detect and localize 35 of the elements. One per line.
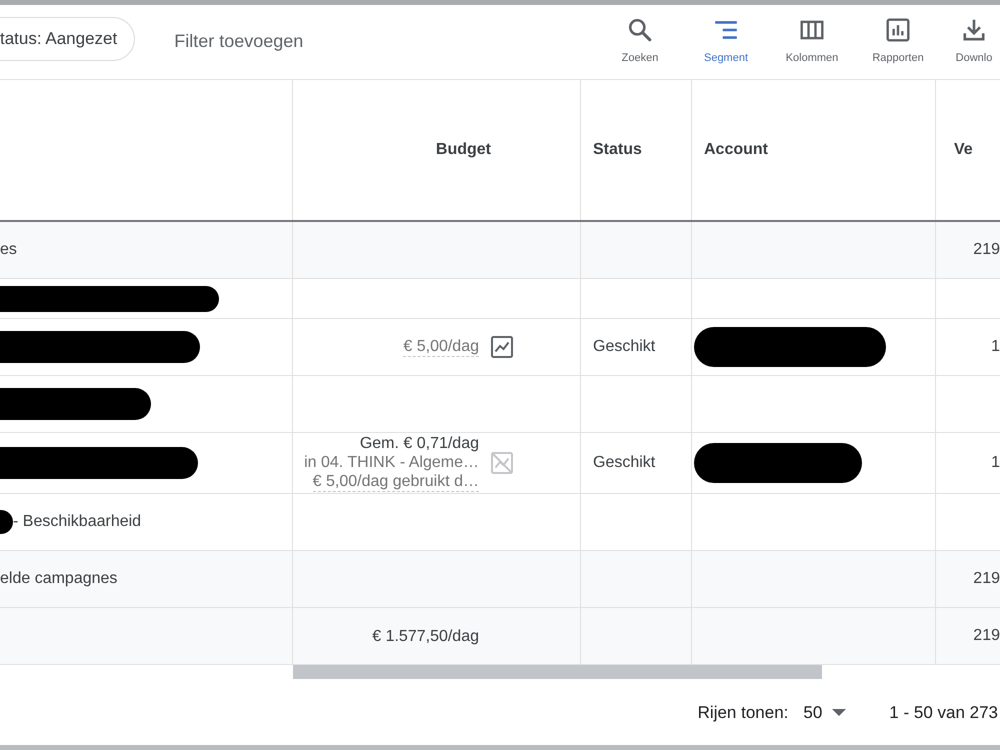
- budget-text: € 5,00/dag: [403, 337, 479, 357]
- line-chart-icon[interactable]: [490, 335, 514, 359]
- value-cell: 1: [991, 454, 1000, 472]
- budget-text: in 04. THINK - Algeme…: [304, 453, 479, 472]
- value-cell: 219: [973, 627, 1000, 645]
- budget-text: Gem. € 0,71/dag: [360, 434, 479, 453]
- column-header[interactable]: Account: [704, 141, 768, 159]
- column-header[interactable]: Budget: [436, 141, 491, 159]
- bar-chart-icon: [885, 17, 911, 43]
- filter-chip[interactable]: tatus: Aangezet: [0, 16, 136, 60]
- add-filter-button[interactable]: Filter toevoegen: [174, 30, 304, 52]
- segment-button[interactable]: Segment: [690, 17, 762, 65]
- value-cell: 1: [991, 338, 1000, 356]
- value-cell: 219: [973, 570, 1000, 588]
- name-cell: - Beschikbaarheid: [13, 513, 142, 531]
- download-button[interactable]: Downlo: [948, 17, 1000, 65]
- pagination-range: 1 - 50 van 273: [889, 703, 998, 723]
- caret-icon: [832, 709, 846, 717]
- reports-button[interactable]: Rapporten: [862, 17, 934, 65]
- search-button[interactable]: Zoeken: [604, 17, 676, 65]
- search-icon: [627, 17, 653, 43]
- scrollbar-thumb[interactable]: [293, 665, 822, 679]
- rows-per-page-label: Rijen tonen:: [698, 703, 788, 723]
- status-cell: Geschikt: [593, 338, 656, 356]
- budget-text: € 1.577,50/dag: [372, 626, 479, 646]
- column-header[interactable]: Ve: [954, 141, 973, 159]
- name-cell: es: [0, 241, 17, 259]
- column-header[interactable]: Status: [593, 141, 642, 159]
- status-cell: Geschikt: [593, 454, 656, 472]
- columns-button[interactable]: Kolommen: [776, 17, 848, 65]
- download-icon: [961, 17, 987, 43]
- budget-text: € 5,00/dag gebruikt d…: [312, 472, 479, 492]
- name-cell: elde campagnes: [0, 570, 118, 588]
- rows-per-page-dropdown[interactable]: 50: [803, 703, 846, 723]
- value-cell: 219: [973, 241, 1000, 259]
